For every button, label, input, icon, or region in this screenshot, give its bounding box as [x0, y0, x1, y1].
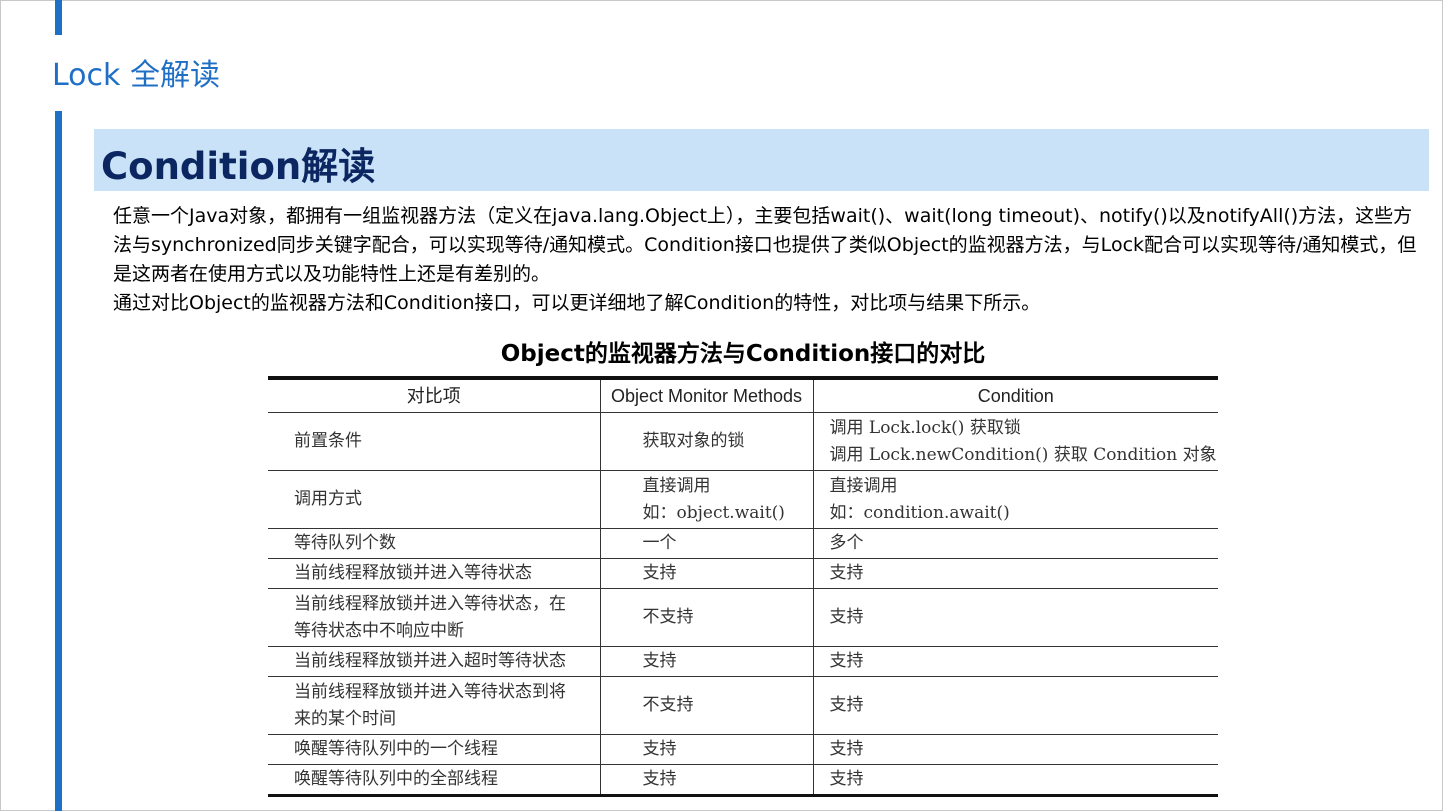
cell-condition-line: 支持 — [829, 695, 864, 715]
cell-item: 唤醒等待队列中的一个线程 — [268, 734, 601, 765]
cell-item-line: 唤醒等待队列中的一个线程 — [294, 739, 498, 759]
table-row: 当前线程释放锁并进入等待状态 支持 支持 — [268, 558, 1218, 589]
cell-item-line: 调用方式 — [294, 489, 362, 509]
cell-object-line: 一个 — [642, 533, 677, 553]
cell-item-line: 当前线程释放锁并进入超时等待状态 — [294, 651, 566, 671]
cell-item-line: 唤醒等待队列中的全部线程 — [294, 769, 498, 789]
cell-condition: 直接调用如：condition.await() — [812, 470, 1218, 529]
cell-condition: 支持 — [812, 588, 1218, 647]
cell-object-line: 支持 — [642, 739, 677, 759]
cell-object-line: 支持 — [642, 563, 677, 583]
cell-object-line: 如：object.wait() — [642, 502, 785, 523]
cell-item: 当前线程释放锁并进入等待状态 — [268, 558, 601, 589]
table-caption: Object的监视器方法与Condition接口的对比 — [500, 341, 986, 367]
cell-object: 直接调用如：object.wait() — [599, 470, 814, 529]
accent-bar-top — [55, 0, 62, 35]
table-row: 当前线程释放锁并进入超时等待状态 支持 支持 — [268, 646, 1218, 677]
cell-object-line: 获取对象的锁 — [642, 431, 745, 451]
cell-condition: 调用 Lock.lock() 获取锁调用 Lock.newCondition()… — [812, 412, 1218, 471]
cell-object: 支持 — [599, 734, 814, 765]
cell-condition-line: 如：condition.await() — [829, 502, 1010, 523]
cell-condition: 支持 — [812, 558, 1218, 589]
cell-condition: 支持 — [812, 734, 1218, 765]
cell-condition: 支持 — [812, 676, 1218, 735]
cell-item: 前置条件 — [268, 412, 601, 471]
table-row: 调用方式 直接调用 如：object.wait() 直接调用 如：condition.a… — [268, 470, 1218, 529]
cell-item-line: 等待状态中不响应中断 — [294, 620, 464, 641]
cell-object-line: 不支持 — [642, 695, 694, 715]
cell-item: 当前线程释放锁并进入等待状态到将 来的某个时间 — [268, 676, 601, 735]
cell-item-line: 等待队列个数 — [294, 533, 396, 553]
cell-condition: 多个 — [812, 528, 1218, 559]
cell-object: 不支持 — [599, 676, 814, 735]
cell-condition: 支持 — [812, 646, 1218, 677]
section-title: Condition解读 — [101, 145, 376, 188]
cell-object: 不支持 — [599, 588, 814, 647]
table-row: 唤醒等待队列中的一个线程 支持 支持 — [268, 734, 1218, 765]
cell-object-line: 支持 — [642, 651, 677, 671]
cell-item-line: 当前线程释放锁并进入等待状态到将 — [294, 681, 566, 702]
cell-object: 支持 — [599, 558, 814, 589]
page-title: Lock 全解读 — [52, 58, 220, 93]
cell-condition-line: 支持 — [829, 651, 864, 671]
cell-item: 当前线程释放锁并进入超时等待状态 — [268, 646, 601, 677]
cell-item: 唤醒等待队列中的全部线程 — [268, 764, 601, 796]
cell-item: 调用方式 — [268, 470, 601, 529]
header-object-methods: Object Monitor Methods — [599, 377, 814, 413]
cell-item-line: 当前线程释放锁并进入等待状态，在 — [294, 593, 566, 614]
table-row: 前置条件 获取对象的锁 调用 Lock.lock() 获取锁调用 Lock.newC… — [268, 412, 1218, 471]
comparison-table: 对比项 Object Monitor Methods Condition 前置条… — [268, 376, 1218, 797]
cell-object: 一个 — [599, 528, 814, 559]
table-row: 等待队列个数 一个 多个 — [268, 528, 1218, 559]
cell-condition-line: 直接调用 — [829, 475, 898, 496]
cell-object: 获取对象的锁 — [599, 412, 814, 471]
cell-condition-line: 支持 — [829, 607, 864, 627]
cell-item-line: 来的某个时间 — [294, 708, 396, 729]
cell-condition-line: 调用 Lock.lock() 获取锁 — [829, 417, 1021, 438]
cell-condition-line: 多个 — [829, 533, 864, 553]
cell-object: 支持 — [599, 646, 814, 677]
cell-item: 当前线程释放锁并进入等待状态，在 等待状态中不响应中断 — [268, 588, 601, 647]
table-header-row: 对比项 Object Monitor Methods Condition — [268, 377, 1218, 413]
cell-item-line: 当前线程释放锁并进入等待状态 — [294, 563, 532, 583]
accent-bar-left — [55, 111, 62, 811]
header-condition: Condition — [812, 377, 1218, 413]
cell-item-line: 前置条件 — [294, 431, 362, 451]
table-row: 当前线程释放锁并进入等待状态到将 来的某个时间 不支持 支持 — [268, 676, 1218, 735]
cell-object-line: 直接调用 — [642, 475, 711, 496]
cell-object: 支持 — [599, 764, 814, 796]
cell-object-line: 支持 — [642, 769, 677, 789]
table-row: 当前线程释放锁并进入等待状态，在 等待状态中不响应中断 不支持 支持 — [268, 588, 1218, 647]
cell-object-line: 不支持 — [642, 607, 694, 627]
comparison-paragraph: 通过对比Object的监视器方法和Condition接口，可以更详细地了解Con… — [113, 292, 1041, 314]
intro-paragraph: 任意一个Java对象，都拥有一组监视器方法（定义在java.lang.Objec… — [113, 205, 1417, 285]
table-row: 唤醒等待队列中的全部线程 支持 支持 — [268, 764, 1218, 796]
cell-condition-line: 支持 — [829, 563, 864, 583]
header-item: 对比项 — [268, 377, 601, 413]
cell-condition-line: 调用 Lock.newCondition() 获取 Condition 对象 — [829, 444, 1217, 465]
cell-item: 等待队列个数 — [268, 528, 601, 559]
cell-condition-line: 支持 — [829, 739, 864, 759]
cell-condition-line: 支持 — [829, 769, 864, 789]
cell-condition: 支持 — [812, 764, 1218, 796]
